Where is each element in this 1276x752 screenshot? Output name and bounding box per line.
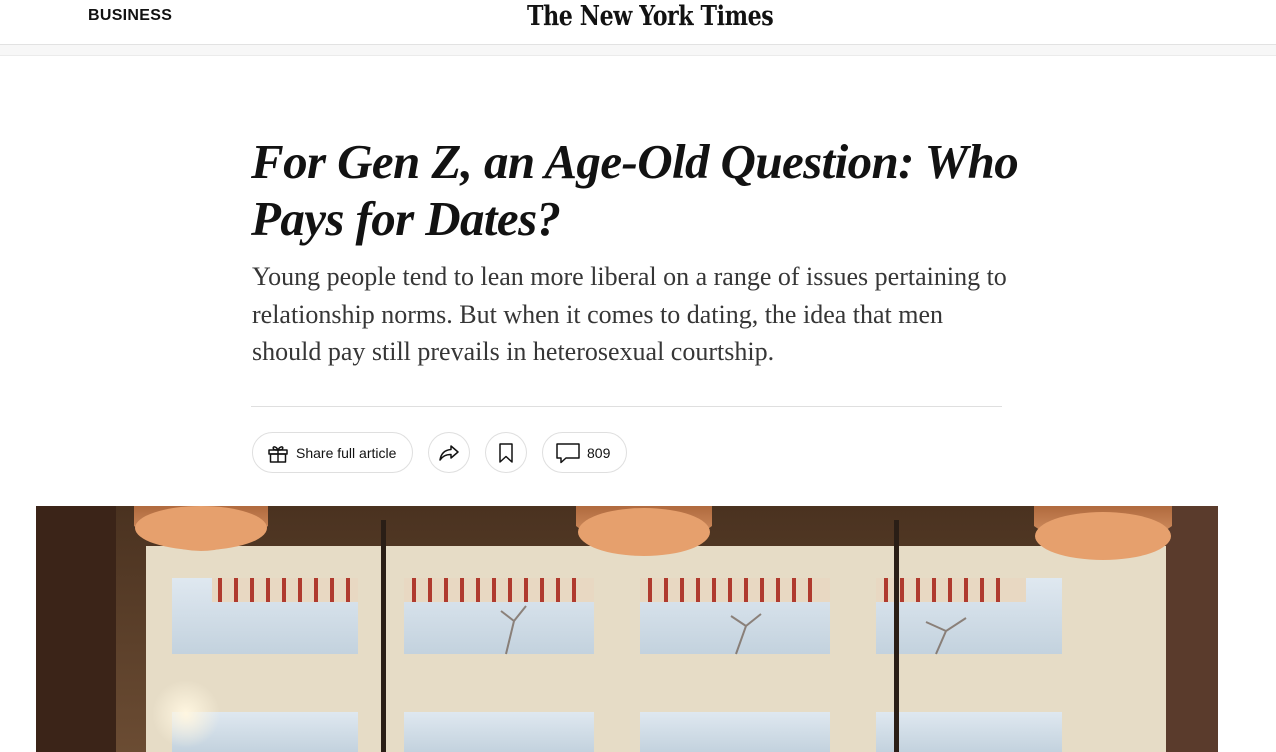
bookmark-icon	[496, 441, 516, 465]
comment-count: 809	[587, 444, 611, 461]
nyt-logo[interactable]: The New York Times	[527, 1, 774, 32]
masthead-divider	[0, 45, 1276, 56]
share-full-article-button[interactable]: Share full article	[252, 432, 413, 473]
comment-bubble-icon	[555, 441, 581, 465]
share-button[interactable]	[428, 432, 470, 473]
share-button-label: Share full article	[296, 444, 397, 461]
header-divider	[251, 406, 1002, 407]
section-link-business[interactable]: BUSINESS	[88, 7, 172, 25]
article-summary: Young people tend to lean more liberal o…	[252, 262, 1007, 366]
gift-icon	[266, 441, 290, 465]
comments-button[interactable]: 809	[542, 432, 627, 473]
masthead: BUSINESS The New York Times	[0, 0, 1276, 45]
lead-photo	[36, 506, 1218, 752]
article-headline: For Gen Z, an Age-Old Question: Who Pays…	[251, 134, 1019, 246]
share-arrow-icon	[437, 441, 461, 465]
save-button[interactable]	[485, 432, 527, 473]
